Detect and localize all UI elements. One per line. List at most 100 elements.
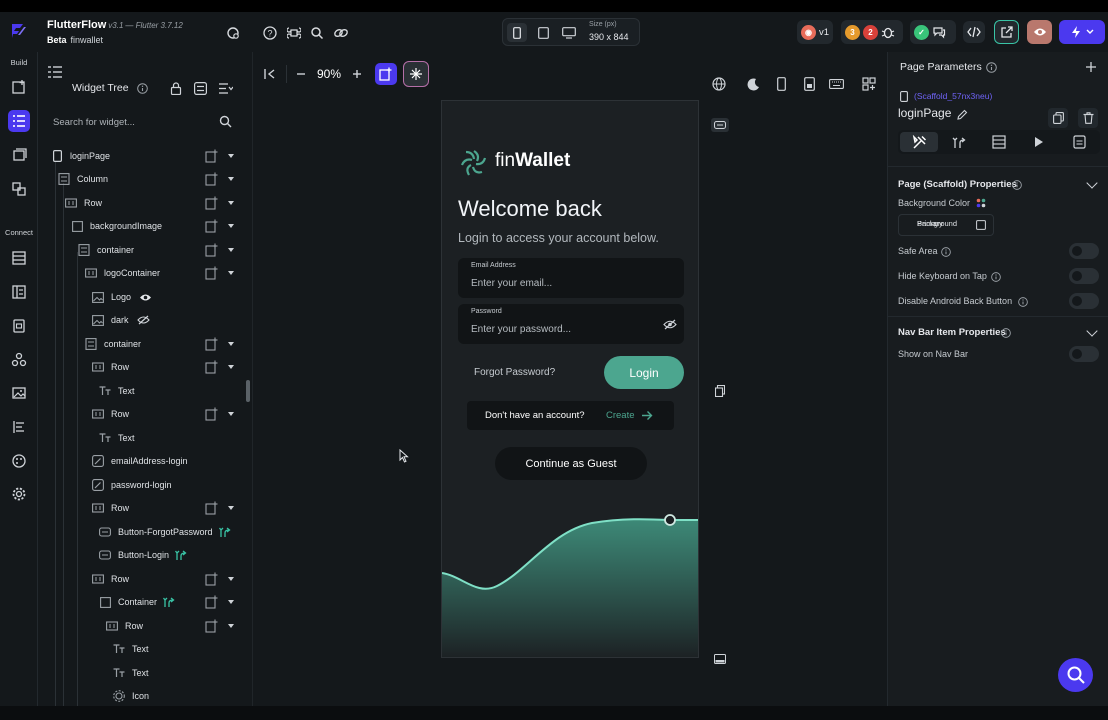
collaboration-button[interactable]: ✓ [910,20,956,44]
zoom-in-icon[interactable] [351,68,363,80]
run-lightning-button[interactable] [1059,20,1105,44]
edit-pencil-icon[interactable] [957,109,968,120]
login-button[interactable]: Login [604,356,684,389]
flutterflow-logo-icon[interactable] [9,21,29,41]
hidden-eye-icon[interactable] [136,315,150,325]
widget-tree-icon[interactable] [8,110,30,132]
background-color-selector[interactable]: Primary Background [898,214,994,236]
add-widget-icon[interactable] [205,219,219,233]
bottom-nav-toggle-icon[interactable] [711,652,729,666]
add-widget-icon[interactable] [205,172,219,186]
keyboard-icon[interactable] [826,74,846,94]
command-icon[interactable] [283,22,305,44]
info-icon[interactable] [986,62,997,73]
expand-caret-icon[interactable] [228,271,234,275]
add-widget-icon[interactable] [205,360,219,374]
info-icon[interactable] [1018,297,1028,307]
safe-area-toggle[interactable] [1069,243,1099,259]
tree-item-column[interactable]: Column [57,168,257,190]
app-bar-toggle-icon[interactable] [711,118,729,132]
expand-caret-icon[interactable] [228,624,234,628]
widget-search-input[interactable] [45,110,238,134]
data-schema-icon[interactable] [8,247,30,269]
delete-trash-icon[interactable] [1078,108,1098,128]
code-view-icon[interactable] [963,21,985,43]
desktop-device-icon[interactable] [559,23,579,42]
continue-as-guest-button[interactable]: Continue as Guest [495,447,647,480]
search-icon[interactable] [219,115,232,128]
phone-device-icon[interactable] [507,23,527,42]
add-widget-icon[interactable] [205,595,219,609]
add-widget-icon[interactable] [205,619,219,633]
password-field[interactable]: Password [458,304,684,344]
expand-caret-icon[interactable] [228,248,234,252]
add-widget-icon[interactable] [205,501,219,515]
signup-container[interactable]: Don't have an account? Create [467,401,674,430]
link-icon[interactable] [330,22,352,44]
copy-widget-icon[interactable] [711,384,729,398]
expand-caret-icon[interactable] [228,577,234,581]
add-parameter-icon[interactable] [1085,61,1097,73]
info-icon[interactable] [941,247,951,257]
expand-caret-icon[interactable] [228,177,234,181]
expand-caret-icon[interactable] [228,600,234,604]
add-widget-icon[interactable] [205,266,219,280]
add-widget-icon[interactable] [205,243,219,257]
email-field[interactable]: Email Address [458,258,684,298]
api-calls-icon[interactable] [8,281,30,303]
expand-caret-icon[interactable] [228,224,234,228]
size-value[interactable]: 390 x 844 [589,32,629,42]
auto-layout-icon[interactable] [403,61,430,87]
tab-state-icon[interactable] [1060,132,1098,152]
email-input[interactable] [471,273,661,293]
version-button[interactable]: ◉ v1 [797,20,833,44]
expand-caret-icon[interactable] [228,342,234,346]
expand-caret-icon[interactable] [228,412,234,416]
phone-preview[interactable]: finWallet Welcome back Login to access y… [441,100,699,658]
add-widget-icon[interactable] [205,407,219,421]
widget-grid-icon[interactable] [859,74,879,94]
info-icon[interactable] [991,272,1001,282]
add-widget-icon[interactable] [205,572,219,586]
show-on-nav-bar-toggle[interactable] [1069,346,1099,362]
app-state-icon[interactable] [8,315,30,337]
color-picker-icon[interactable] [976,198,986,208]
project-settings-icon[interactable] [222,22,244,44]
collapse-section-chevron-icon[interactable] [1086,177,1098,189]
floating-search-button[interactable] [1058,658,1093,692]
media-assets-icon[interactable] [8,382,30,404]
action-flow-icon[interactable] [175,549,187,561]
info-icon[interactable] [137,83,148,94]
expand-caret-icon[interactable] [228,154,234,158]
zoom-level[interactable]: 90% [317,67,341,81]
issues-button[interactable]: 3 2 [841,20,903,44]
open-external-icon[interactable] [994,20,1019,44]
expand-caret-icon[interactable] [228,201,234,205]
collapse-all-icon[interactable] [194,82,207,95]
scaffold-id[interactable]: (Scaffold_57nx3neu) [914,91,992,101]
password-visibility-icon[interactable] [663,319,677,330]
forgot-password-button[interactable]: Forgot Password? [474,367,555,378]
lock-icon[interactable] [170,82,182,95]
info-icon[interactable] [1012,180,1022,190]
tree-item-row[interactable]: Row [64,192,264,214]
add-page-icon[interactable] [8,76,30,98]
components-icon[interactable] [8,178,30,200]
action-flow-icon[interactable] [163,596,175,608]
add-widget-icon[interactable] [205,196,219,210]
password-input[interactable] [471,319,661,339]
tree-item-loginpage[interactable]: loginPage [50,145,250,167]
add-widget-canvas-icon[interactable] [375,63,398,85]
expand-caret-icon[interactable] [228,365,234,369]
phone-frame-icon[interactable] [771,74,791,94]
tree-item-backgroundimage[interactable]: backgroundImage [70,215,270,237]
search-icon[interactable] [306,22,328,44]
storyboard-icon[interactable] [8,144,30,166]
integrations-icon[interactable] [8,349,30,371]
tablet-device-icon[interactable] [533,23,553,42]
duplicate-page-icon[interactable] [1048,108,1068,128]
add-widget-icon[interactable] [205,337,219,351]
disable-back-button-toggle[interactable] [1069,293,1099,309]
info-icon[interactable] [1001,328,1011,338]
create-account-link[interactable]: Create [606,410,635,421]
